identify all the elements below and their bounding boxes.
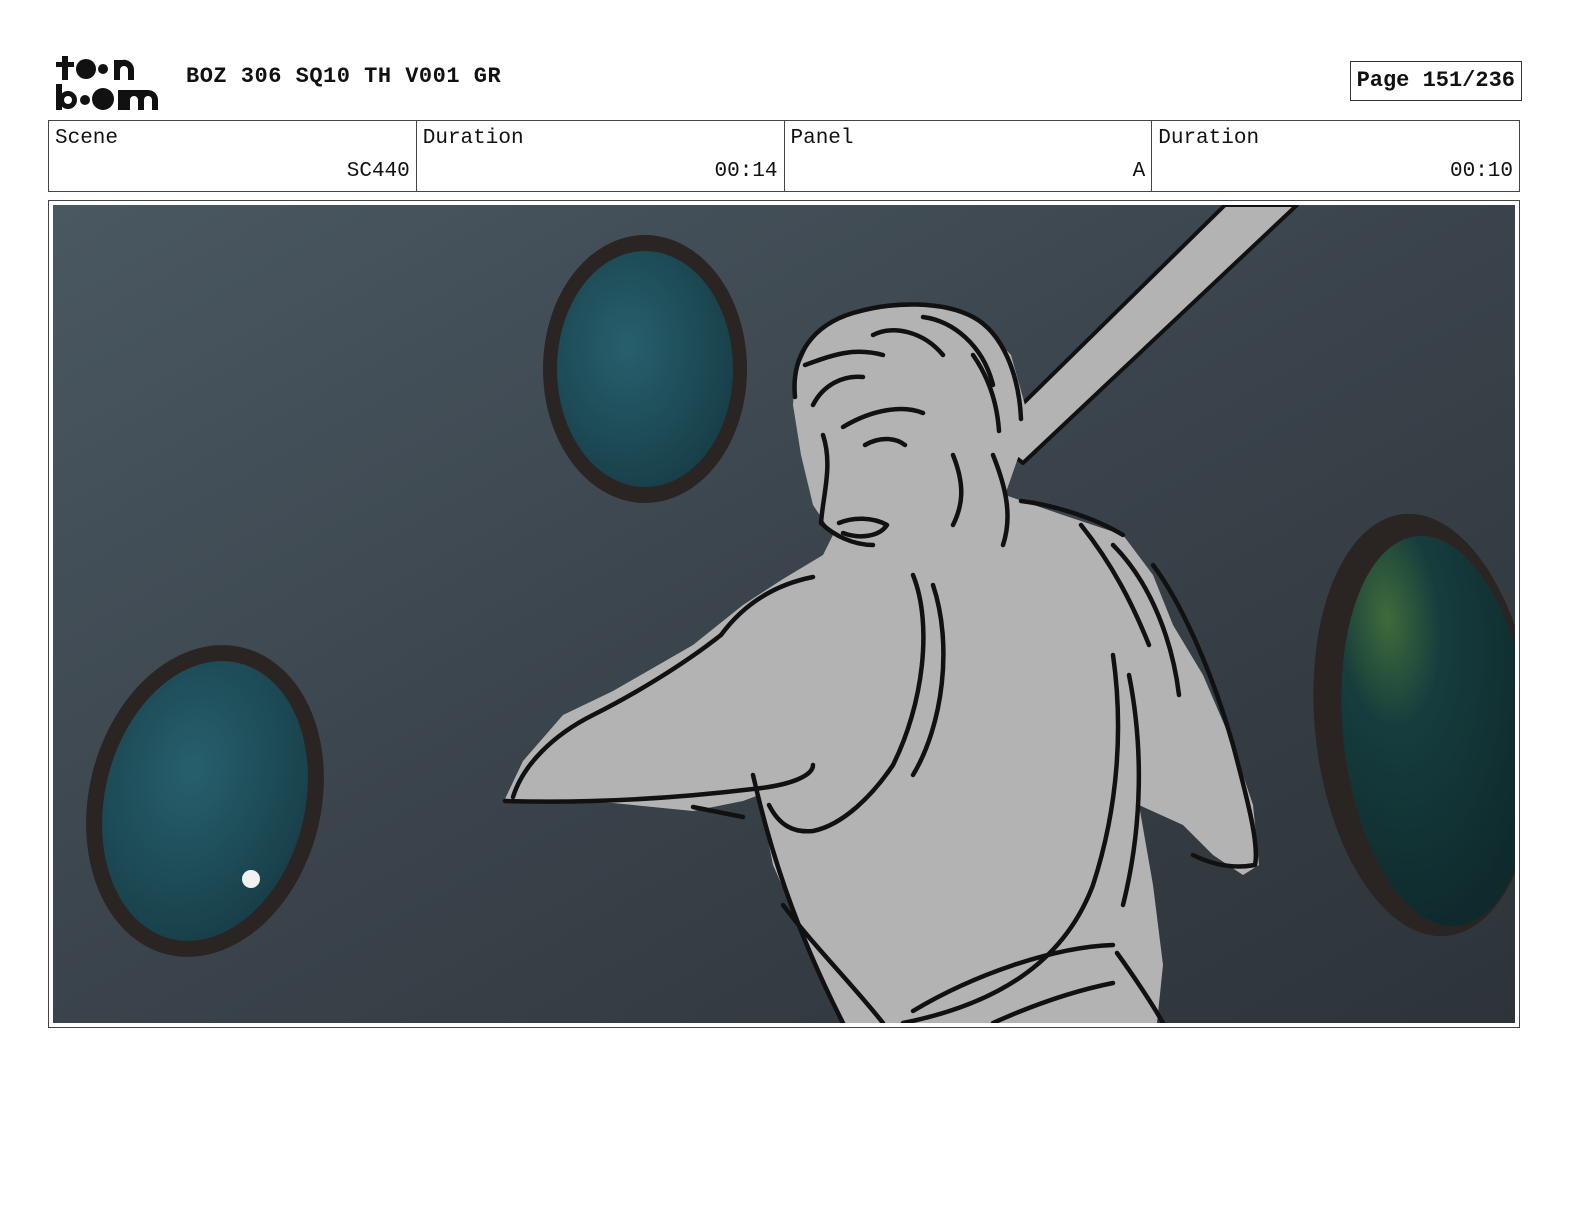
scene-label: Scene — [55, 127, 119, 150]
scene-value: SC440 — [346, 160, 410, 183]
panel-duration-cell: Duration 00:10 — [1152, 121, 1519, 191]
panel-label: Panel — [790, 127, 854, 150]
scene-duration-value: 00:14 — [714, 160, 778, 183]
project-title: BOZ 306 SQ10 TH V001 GR — [186, 64, 502, 89]
porthole-top — [543, 235, 747, 503]
panel-duration-label: Duration — [1158, 127, 1260, 150]
panel-value: A — [1132, 160, 1146, 183]
scene-duration-label: Duration — [422, 127, 524, 150]
page-number: Page 151/236 — [1349, 61, 1522, 101]
scene-info-table: Scene SC440 Duration 00:14 Panel A Durat… — [48, 120, 1520, 192]
panel-cell: Panel A — [785, 121, 1153, 191]
storyboard-panel-frame — [48, 200, 1520, 1028]
storyboard-panel-image — [53, 205, 1515, 1023]
panel-duration-value: 00:10 — [1449, 160, 1513, 183]
scene-duration-cell: Duration 00:14 — [417, 121, 785, 191]
panel-drawing — [53, 205, 1515, 1023]
toon-boom-logo — [52, 54, 164, 112]
scene-cell: Scene SC440 — [49, 121, 417, 191]
